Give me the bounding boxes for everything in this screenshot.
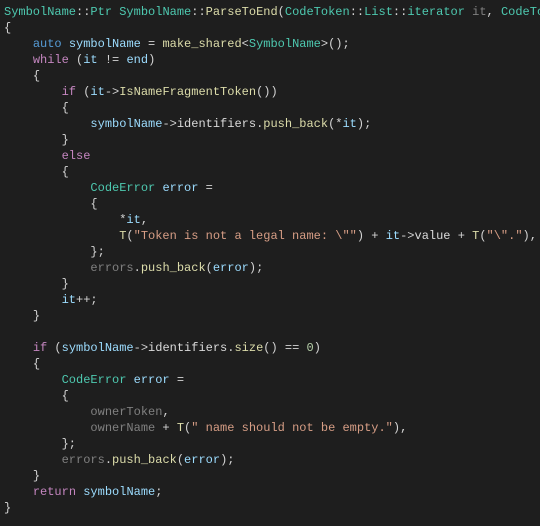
code-line: { xyxy=(4,101,69,115)
code-line: return symbolName; xyxy=(4,485,162,499)
code-line: if (it->IsNameFragmentToken()) xyxy=(4,85,278,99)
code-line: { xyxy=(4,357,40,371)
code-editor[interactable]: SymbolName::Ptr SymbolName::ParseToEnd(C… xyxy=(0,0,540,516)
code-line: errors.push_back(error); xyxy=(4,453,234,467)
type-token: SymbolName xyxy=(4,5,76,19)
function-name: ParseToEnd xyxy=(206,5,278,19)
code-line: symbolName->identifiers.push_back(*it); xyxy=(4,117,371,131)
code-line: } xyxy=(4,501,11,515)
code-line: } xyxy=(4,469,40,483)
code-line: ownerToken, xyxy=(4,405,170,419)
code-line: { xyxy=(4,389,69,403)
code-line: if (symbolName->identifiers.size() == 0) xyxy=(4,341,321,355)
code-line: { xyxy=(4,21,11,35)
code-line: T("Token is not a legal name: \"") + it-… xyxy=(4,229,537,243)
code-line: it++; xyxy=(4,293,98,307)
code-line: auto symbolName = make_shared<SymbolName… xyxy=(4,37,350,51)
code-line: SymbolName::Ptr SymbolName::ParseToEnd(C… xyxy=(4,5,540,19)
code-line: { xyxy=(4,197,98,211)
code-line: { xyxy=(4,165,69,179)
code-line: }; xyxy=(4,437,76,451)
code-line: CodeError error = xyxy=(4,181,213,195)
code-line: *it, xyxy=(4,213,148,227)
code-line: { xyxy=(4,69,40,83)
code-line: } xyxy=(4,133,69,147)
code-line: } xyxy=(4,277,69,291)
code-line: while (it != end) xyxy=(4,53,155,67)
code-line: }; xyxy=(4,245,105,259)
code-line: } xyxy=(4,309,40,323)
code-line: else xyxy=(4,149,90,163)
code-line: CodeError error = xyxy=(4,373,184,387)
code-line: errors.push_back(error); xyxy=(4,261,263,275)
code-line: ownerName + T(" name should not be empty… xyxy=(4,421,407,435)
code-line xyxy=(4,325,11,339)
